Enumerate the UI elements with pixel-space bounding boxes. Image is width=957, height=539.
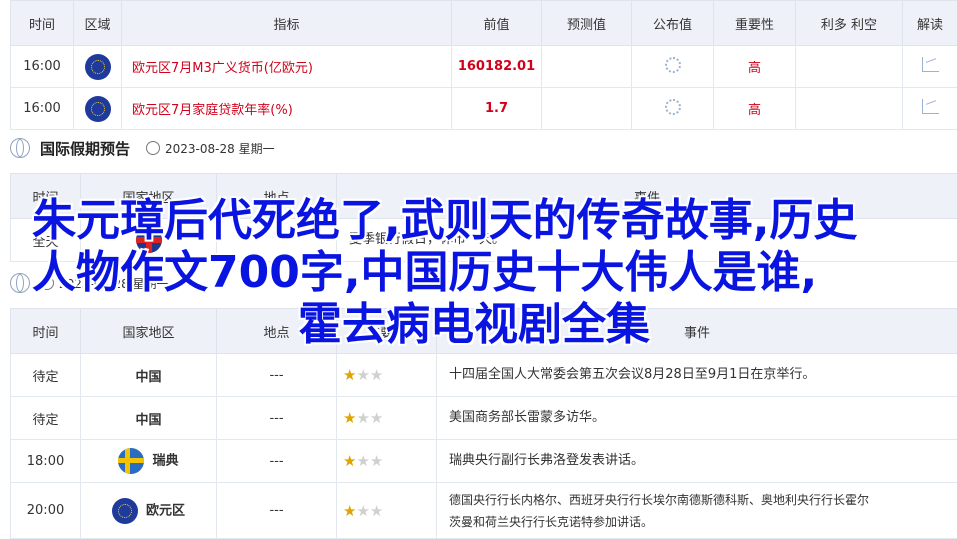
prev-value: 160182.01 [452,46,542,88]
place-cell: --- [217,483,337,539]
col-time: 时间 [11,309,81,354]
region-cell: 中国 [81,397,217,440]
clock-icon [40,276,54,290]
holiday-header-row: 时间 国家地区 地点 事件 [11,174,957,219]
chart-icon[interactable] [922,57,939,72]
globe-icon [10,138,30,158]
star-icon: ★ [370,452,383,470]
importance-stars: ★★★ [337,483,437,539]
table-row[interactable]: 16:00 欧元区7月家庭贷款年率(%) 1.7 高 [11,88,957,130]
eu-flag-icon [85,96,111,122]
event-line-1: 德国央行行长内格尔、西班牙央行行长埃尔南德斯德科斯、奥地利央行行长霍尔 [449,489,956,511]
loading-icon [665,57,681,73]
time-cell: 待定 [11,397,81,440]
holiday-section-header: 国际假期预告 2023-08-28 星期一 [10,131,275,165]
star-icon: ★ [343,502,356,520]
col-importance: 重要性 [337,309,437,354]
holiday-title: 国际假期预告 [40,138,130,159]
events-section-header: 2023-08-28 星期一 [10,266,169,300]
impact-value [796,88,903,130]
col-event: 事件 [337,174,957,219]
importance-stars: ★★★ [337,440,437,483]
event-cell: 瑞典央行副行长弗洛登发表讲话。 [437,440,957,483]
holiday-date: 2023-08-28 星期一 [165,140,275,157]
time-cell: 全天 [11,219,81,262]
eu-flag-icon [85,54,111,80]
place-cell [217,219,337,262]
star-icon: ★ [370,502,383,520]
table-row[interactable]: 16:00 欧元区7月M3广义货币(亿欧元) 160182.01 高 [11,46,957,88]
star-icon: ★ [356,452,369,470]
star-icon: ★ [343,452,356,470]
region-cell: 欧元区 [146,503,185,518]
events-date: 2023-08-28 星期一 [59,275,169,292]
col-actual: 公布值 [632,1,714,46]
chart-icon[interactable] [922,99,939,114]
forecast-value [542,46,632,88]
importance-value: 高 [714,88,796,130]
clock-icon [146,141,160,155]
place-cell: --- [217,354,337,397]
events-table: 时间 国家地区 地点 重要性 事件 待定 中国 --- ★★★ 十四届全国人大常… [10,308,957,539]
indicator-table: 时间 区域 指标 前值 预测值 公布值 重要性 利多 利空 解读 16:00 欧… [10,0,957,130]
col-region: 国家地区 [81,309,217,354]
forecast-value [542,88,632,130]
indicator-link[interactable]: 欧元区7月M3广义货币(亿欧元) [122,46,452,88]
table-row: 待定 中国 --- ★★★ 十四届全国人大常委会第五次会议8月28日至9月1日在… [11,354,957,397]
time-cell: 16:00 [11,88,74,130]
col-time: 时间 [11,174,81,219]
col-forecast: 预测值 [542,1,632,46]
star-icon: ★ [370,409,383,427]
col-region: 国家地区 [81,174,217,219]
importance-stars: ★★★ [337,354,437,397]
table-row: 待定 中国 --- ★★★ 美国商务部长雷蒙多访华。 [11,397,957,440]
importance-value: 高 [714,46,796,88]
star-icon: ★ [356,502,369,520]
uk-flag-icon [136,227,162,253]
time-cell: 16:00 [11,46,74,88]
star-icon: ★ [343,409,356,427]
event-line-2: 茨曼和荷兰央行行长克诺特参加讲话。 [449,511,956,533]
col-region: 区域 [74,1,122,46]
region-cell: 中国 [81,354,217,397]
indicator-link[interactable]: 欧元区7月家庭贷款年率(%) [122,88,452,130]
prev-value: 1.7 [452,88,542,130]
time-cell: 待定 [11,354,81,397]
sweden-flag-icon [118,448,144,474]
indicator-header-row: 时间 区域 指标 前值 预测值 公布值 重要性 利多 利空 解读 [11,1,957,46]
col-impact: 利多 利空 [796,1,903,46]
star-icon: ★ [343,366,356,384]
events-header-row: 时间 国家地区 地点 重要性 事件 [11,309,957,354]
star-icon: ★ [356,366,369,384]
table-row: 18:00 瑞典 --- ★★★ 瑞典央行副行长弗洛登发表讲话。 [11,440,957,483]
star-icon: ★ [370,366,383,384]
event-cell: 美国商务部长雷蒙多访华。 [437,397,957,440]
globe-icon [10,273,30,293]
col-prev: 前值 [452,1,542,46]
table-row: 全天 夏季银行假日，休市一天。 [11,219,957,262]
importance-stars: ★★★ [337,397,437,440]
col-importance: 重要性 [714,1,796,46]
holiday-table: 时间 国家地区 地点 事件 全天 夏季银行假日，休市一天。 [10,173,957,262]
place-cell: --- [217,440,337,483]
col-indicator: 指标 [122,1,452,46]
col-event: 事件 [437,309,957,354]
eu-flag-icon [112,498,138,524]
time-cell: 20:00 [11,483,81,539]
col-place: 地点 [217,309,337,354]
event-cell: 十四届全国人大常委会第五次会议8月28日至9月1日在京举行。 [437,354,957,397]
place-cell: --- [217,397,337,440]
impact-value [796,46,903,88]
col-time: 时间 [11,1,74,46]
region-cell: 瑞典 [152,454,178,469]
table-row: 20:00 欧元区 --- ★★★ 德国央行行长内格尔、西班牙央行行长埃尔南德斯… [11,483,957,539]
time-cell: 18:00 [11,440,81,483]
star-icon: ★ [356,409,369,427]
loading-icon [665,99,681,115]
col-place: 地点 [217,174,337,219]
event-cell: 夏季银行假日，休市一天。 [337,219,957,262]
col-analysis: 解读 [903,1,957,46]
